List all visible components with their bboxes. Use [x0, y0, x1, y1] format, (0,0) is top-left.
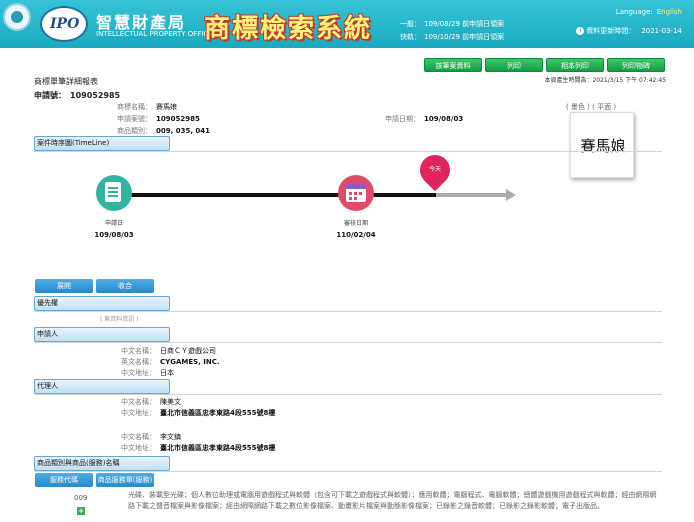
ipo-logo[interactable]: IPO — [40, 6, 88, 42]
image-caption: ( 墨色 ) ( 平面 ) — [566, 103, 617, 111]
agent-address-row: 中文地址： 臺北市信義區忠孝東路4段555號8樓 — [121, 409, 276, 417]
collapse-button[interactable]: 收合 — [96, 279, 154, 293]
timeline-event-date: 109/08/03 — [94, 231, 134, 239]
section-goods: 商品類別與商品(服務)名稱 — [34, 456, 170, 471]
timeline-event-date: 110/02/04 — [336, 231, 376, 239]
expand-button[interactable]: 展開 — [35, 279, 93, 293]
print-detail-button[interactable]: 列印物碑 — [607, 58, 665, 72]
goods-tab-list[interactable]: 商品服務單(服務) — [96, 473, 154, 487]
applicant-cn-name-row: 中文名稱： 日商ＣＹ遊戲公司 — [121, 347, 216, 355]
divider — [34, 151, 662, 152]
timeline-line — [108, 193, 436, 197]
language-english-link[interactable]: English — [657, 8, 682, 16]
divider — [34, 342, 662, 343]
no-data-note: ( 無資料資訊 ) — [100, 316, 139, 323]
generated-time: 本頁產生時間為：2021/3/15 下午 07:42:45 — [544, 77, 666, 84]
divider — [34, 471, 662, 472]
calendar-icon — [338, 175, 374, 211]
application-date-row: 申請日期： 109/08/03 — [385, 115, 464, 123]
agent-name-row: 中文名稱： 李文鎮 — [121, 433, 181, 441]
timeline-future-line — [436, 193, 508, 197]
expand-plus-icon[interactable]: + — [77, 507, 85, 515]
goods-description: 光碟、裝載型光碟；個人數位助理或電腦用遊戲程式與軟體（包含可下載之遊戲程式與軟體… — [128, 491, 657, 510]
print-button[interactable]: 列印 — [485, 58, 543, 72]
notice-fast: 快軌： 109/10/29 前申請日領案 — [400, 33, 505, 41]
application-number: 申請號： 109052985 — [34, 91, 121, 100]
gear-icon[interactable] — [3, 3, 31, 31]
page-title: 商標單筆詳細報表 — [34, 77, 98, 86]
applicant-en-name-row: 英文名稱： CYGAMES, INC. — [121, 358, 220, 366]
goods-tab-code[interactable]: 服務代碼 — [35, 473, 93, 487]
timeline-event-label: 審核日期 — [343, 220, 368, 227]
trademark-name-row: 商標名稱： 賽馬娘 — [117, 103, 177, 111]
section-timeline: 案件時序圖(TimeLine) — [34, 136, 170, 151]
section-applicant: 申請人 — [34, 327, 170, 342]
logo-text: IPO — [50, 16, 80, 32]
clipboard-icon — [96, 175, 132, 211]
page-root: IPO 智慧財產局 INTELLECTUAL PROPERTY OFFICE 商… — [0, 0, 694, 522]
print-album-button[interactable]: 相本列印 — [546, 58, 604, 72]
goods-class-row: 商品類別： 009, 035, 041 — [117, 127, 211, 135]
agent-name-row: 中文名稱： 陳美文 — [121, 398, 181, 406]
section-agent: 代理人 — [34, 379, 170, 394]
divider — [34, 394, 662, 395]
application-no-row: 申請案號： 109052985 — [117, 115, 200, 123]
agent-address-row: 中文地址： 臺北市信義區忠孝東路4段555號8樓 — [121, 444, 276, 452]
today-label: 今天 — [428, 166, 441, 173]
trademark-image[interactable]: 賽馬娘 — [570, 112, 634, 178]
timeline-arrow-icon — [506, 189, 516, 201]
site-header: IPO 智慧財產局 INTELLECTUAL PROPERTY OFFICE 商… — [0, 0, 694, 48]
section-priority: 優先權 — [34, 296, 170, 311]
timeline-event-label: 申請日 — [104, 220, 123, 227]
trademark-image-text: 賽馬娘 — [580, 137, 626, 155]
notice-general: 一般： 109/08/29 前申請日領案 — [400, 20, 505, 28]
applicant-address-row: 中文地址： 日本 — [121, 369, 174, 377]
case-lookup-button[interactable]: 該筆案資料 — [424, 58, 482, 72]
update-time: i 資料更新時間： 2021-03-14 — [576, 26, 682, 36]
divider — [34, 311, 662, 312]
goods-class-code: 009 — [74, 494, 88, 502]
org-name-en: INTELLECTUAL PROPERTY OFFICE — [96, 30, 213, 38]
info-icon: i — [576, 27, 585, 35]
system-title: 商標檢索系統 — [204, 14, 373, 44]
language-switch: Language: English — [615, 8, 682, 16]
